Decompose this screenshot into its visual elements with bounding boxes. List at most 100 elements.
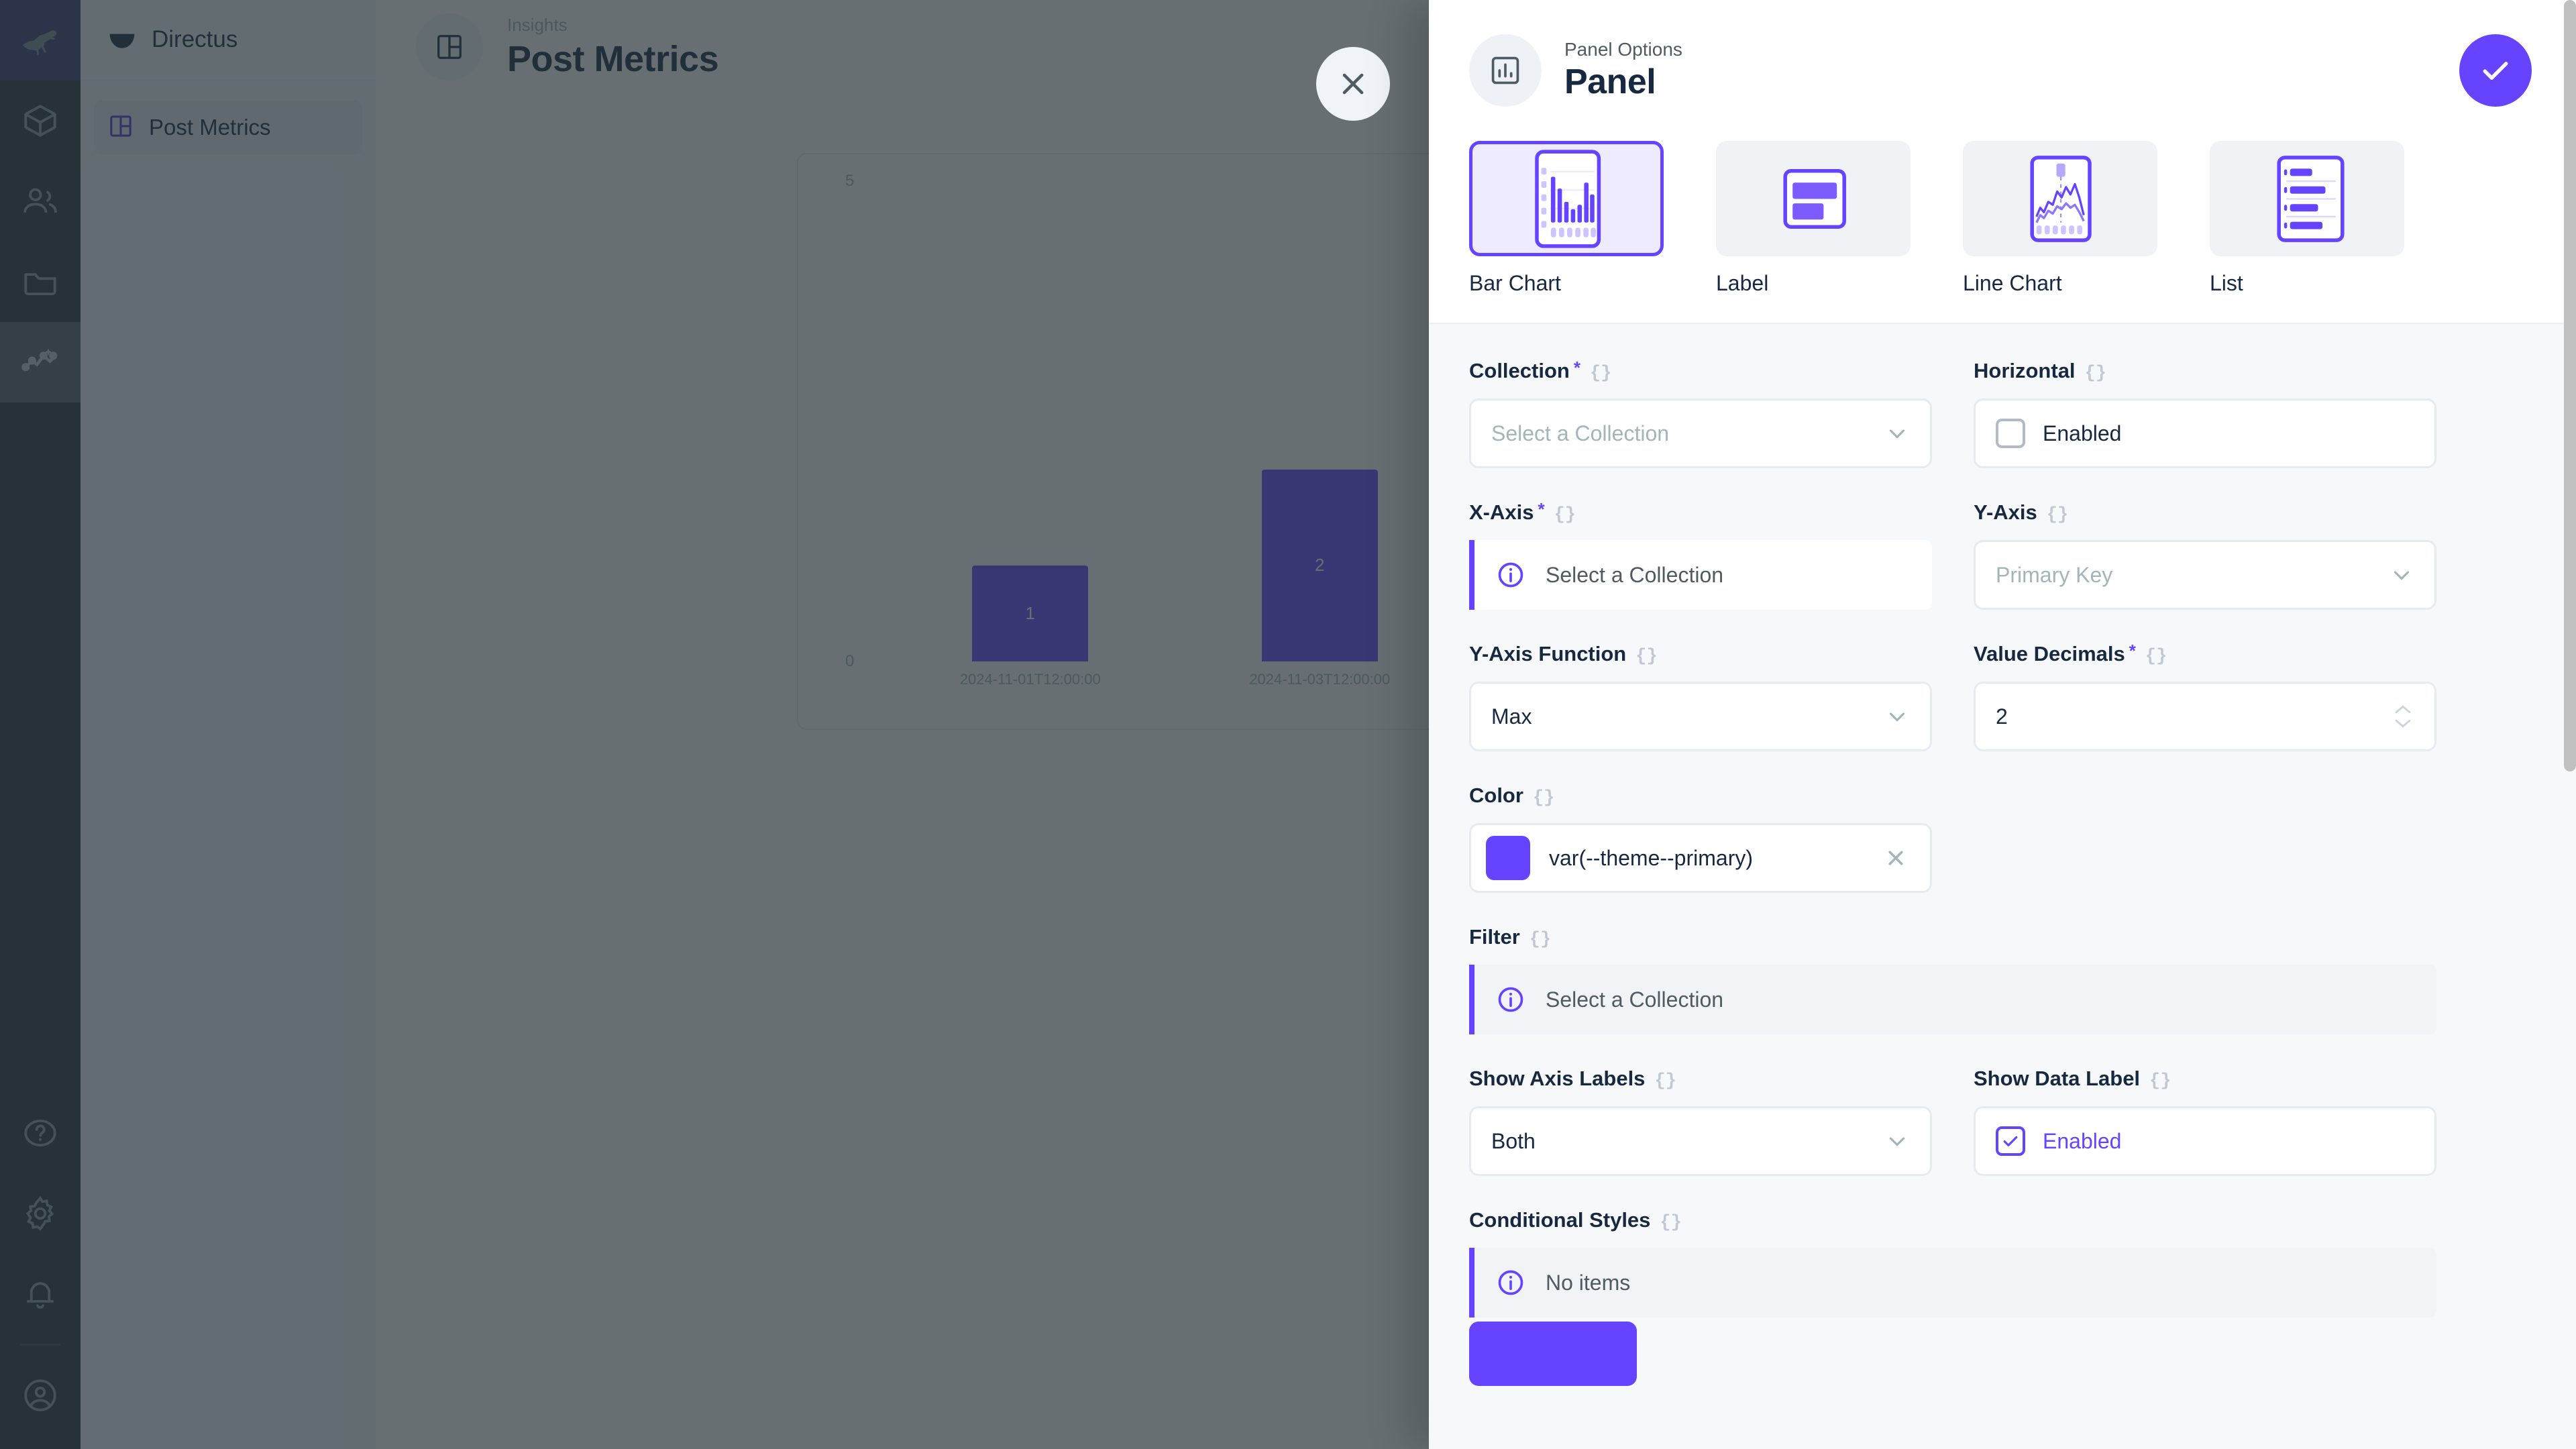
list-thumb [2210,141,2404,256]
field-y-axis-function: Y-Axis Function {} Max [1469,642,1932,751]
label-text: Show Data Label [1974,1067,2141,1090]
panel-type-line-chart[interactable]: Line Chart [1963,141,2157,296]
field-label: Show Data Label {} [1974,1067,2436,1091]
raw-value-toggle[interactable]: {} [1533,788,1554,808]
field-show-axis-labels: Show Axis Labels {} Both [1469,1067,1932,1176]
y-axis-function-value: Max [1491,704,1532,729]
field-label: Conditional Styles {} [1469,1208,2436,1233]
show-axis-labels-select[interactable]: Both [1469,1106,1932,1176]
show-axis-labels-value: Both [1491,1128,1536,1153]
label-text: Collection [1469,359,1570,382]
conditional-styles-notice: No items [1469,1248,2436,1318]
chevron-down-icon [1884,1128,1910,1154]
conditional-styles-notice-text: No items [1546,1270,1631,1295]
field-label: X-Axis * {} [1469,499,1932,525]
raw-value-toggle[interactable]: {} [2085,364,2106,384]
label-text: Horizontal [1974,359,2076,382]
chevron-down-icon [1884,704,1910,729]
field-label: Collection * {} [1469,358,1932,384]
drawer-title: Panel [1564,62,1656,101]
horizontal-checkbox[interactable]: Enabled [1974,398,2436,468]
field-color-spacer [1974,784,2436,893]
field-label: Horizontal {} [1974,359,2436,384]
raw-value-toggle[interactable]: {} [1554,505,1576,525]
raw-value-toggle[interactable]: {} [2047,505,2068,525]
raw-value-toggle[interactable]: {} [1529,930,1551,950]
raw-value-toggle[interactable]: {} [1654,1071,1676,1091]
label-text: Y-Axis [1974,500,2037,524]
raw-value-toggle[interactable]: {} [2145,647,2167,667]
raw-value-toggle[interactable]: {} [1660,1213,1681,1233]
field-label: Y-Axis Function {} [1469,642,1932,667]
panel-options-form: Collection * {} Select a Collection Hori… [1429,324,2576,1421]
label-thumb [1716,141,1911,256]
show-data-label-checkbox[interactable]: Enabled [1974,1106,2436,1176]
drawer-scrollbar[interactable] [2564,0,2576,771]
panel-type-label: Bar Chart [1469,271,1561,295]
color-value: var(--theme--primary) [1549,845,1753,870]
color-input[interactable]: var(--theme--primary) [1469,823,1932,893]
panel-type-list[interactable]: List [2210,141,2404,296]
close-button[interactable] [1316,47,1390,121]
drawer-subtitle: Panel Options [1564,39,1682,60]
label-text: Y-Axis Function [1469,642,1627,665]
panel-options-drawer: Panel Options Panel Bar Chart Label Line… [1429,0,2576,1449]
y-axis-select[interactable]: Primary Key [1974,540,2436,610]
label-text: Color [1469,784,1523,807]
label-text: Value Decimals [1974,642,2125,665]
field-x-axis: X-Axis * {} Select a Collection [1469,499,1932,610]
panel-type-label: Line Chart [1963,271,2062,295]
x-axis-notice: Select a Collection [1469,540,1932,610]
collection-select[interactable]: Select a Collection [1469,398,1932,468]
clear-color-icon[interactable] [1882,844,1910,872]
filter-notice-text: Select a Collection [1546,987,1724,1012]
label-text: Filter [1469,925,1520,949]
required-indicator: * [1538,499,1545,519]
info-icon [1496,1268,1525,1297]
save-button[interactable] [2459,34,2532,107]
panel-type-bar-chart[interactable]: Bar Chart [1469,141,1664,296]
value-decimals-stepper[interactable]: 2 [1974,682,2436,751]
field-label: Value Decimals * {} [1974,641,2436,667]
field-value-decimals: Value Decimals * {} 2 [1974,641,2436,751]
field-collection: Collection * {} Select a Collection [1469,358,1932,468]
raw-value-toggle[interactable]: {} [2149,1071,2171,1091]
label-text: X-Axis [1469,500,1534,524]
field-label: Show Axis Labels {} [1469,1067,1932,1091]
panel-type-label: List [2210,271,2243,295]
field-label: Filter {} [1469,925,2436,950]
collection-placeholder: Select a Collection [1491,421,1670,445]
raw-value-toggle[interactable]: {} [1635,647,1657,667]
raw-value-toggle[interactable]: {} [1590,364,1611,384]
y-axis-function-select[interactable]: Max [1469,682,1932,751]
label-text: Conditional Styles [1469,1208,1651,1232]
checkbox-label: Enabled [2043,421,2122,445]
y-axis-placeholder: Primary Key [1996,562,2113,587]
bar-chart-thumb [1469,141,1664,256]
field-label: Y-Axis {} [1974,500,2436,525]
label-text: Show Axis Labels [1469,1067,1646,1090]
bar-chart-icon [1469,34,1542,107]
field-color: Color {} var(--theme--primary) [1469,784,1932,893]
panel-type-selector: Bar Chart Label Line Chart List [1429,141,2576,324]
field-show-data-label: Show Data Label {} Enabled [1974,1067,2436,1176]
field-y-axis: Y-Axis {} Primary Key [1974,500,2436,610]
info-icon [1496,985,1525,1014]
value-decimals-value: 2 [1996,704,2008,729]
color-swatch[interactable] [1486,836,1530,880]
checkbox-checked-icon [1996,1126,2025,1156]
panel-type-label: Label [1716,271,1769,295]
create-new-button[interactable] [1469,1322,1637,1386]
x-axis-notice-text: Select a Collection [1546,562,1724,587]
info-icon [1496,560,1525,590]
chevron-down-icon [2389,562,2414,588]
stepper-arrows[interactable] [2392,704,2414,729]
field-filter: Filter {} Select a Collection [1469,925,2436,1034]
field-conditional-styles: Conditional Styles {} No items [1469,1208,2436,1389]
chevron-down-icon [1884,421,1910,446]
required-indicator: * [1573,358,1580,378]
panel-type-label[interactable]: Label [1716,141,1911,296]
checkbox-label: Enabled [2043,1128,2122,1153]
checkbox-icon [1996,419,2025,448]
field-label: Color {} [1469,784,1932,808]
